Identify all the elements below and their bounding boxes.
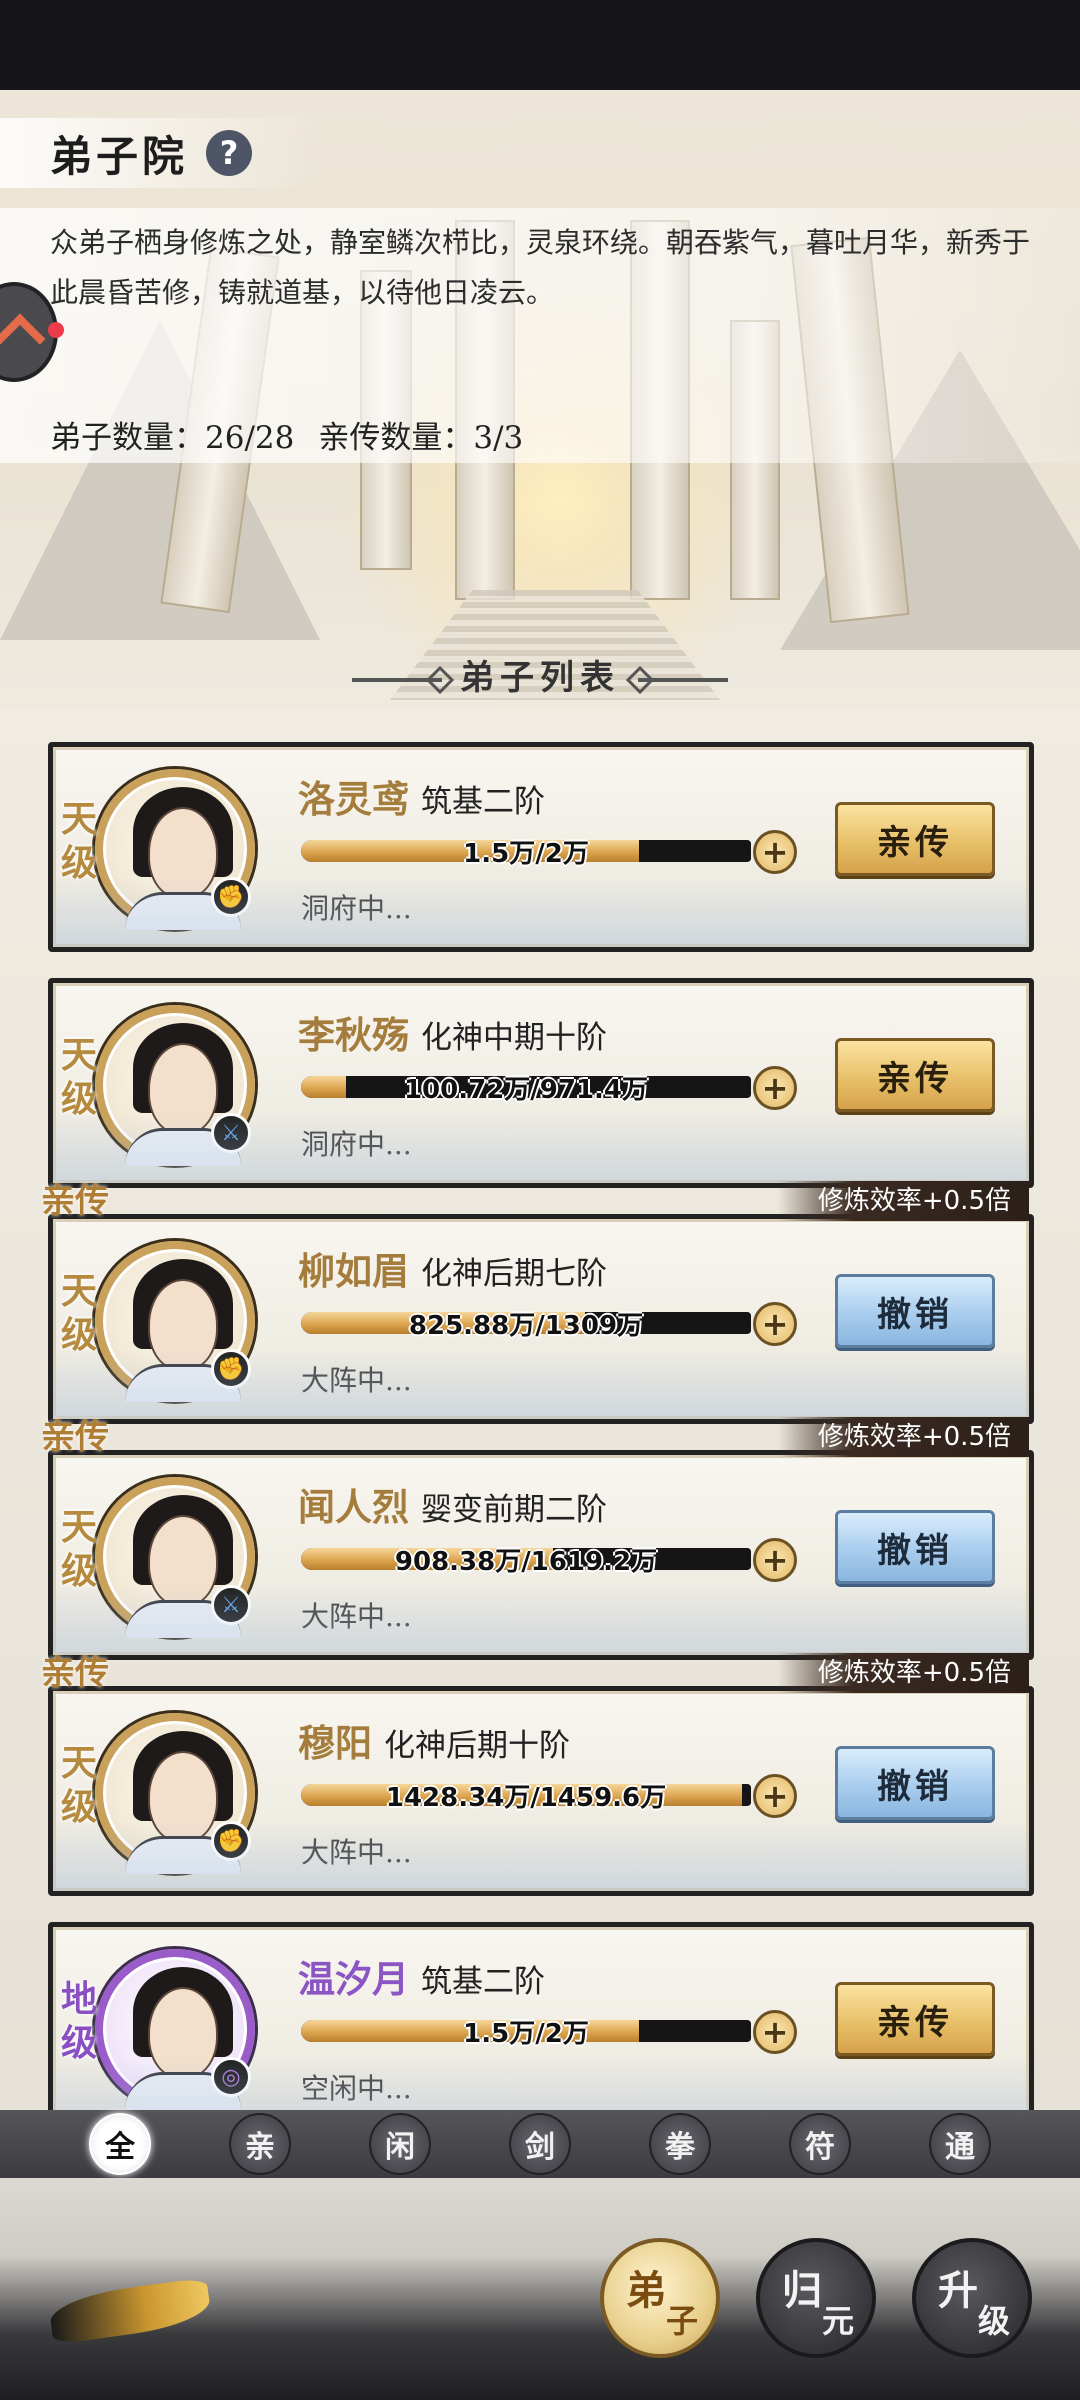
fist-icon: ✊ (211, 1349, 251, 1389)
exp-value: 1.5万/2万 (463, 2019, 589, 2049)
add-exp-button[interactable]: + (753, 1774, 797, 1818)
nav-return-button[interactable]: 归元 (756, 2238, 876, 2358)
disciple-card[interactable]: 亲传 修炼效率+0.5倍 天级 ✊ 穆阳 化神后期十阶 1428.34万/145… (41, 1653, 1034, 1896)
exp-value: 1.5万/2万 (463, 839, 589, 869)
disciple-card[interactable]: 地级 ◎ 温汐月 筑基二阶 1.5万/2万 + 空闲中... 亲传 (48, 1922, 1034, 2110)
add-exp-button[interactable]: + (753, 1066, 797, 1110)
activity-status: 大阵中... (301, 1836, 412, 1869)
list-header: 弟子列表 (0, 650, 1080, 699)
exp-value: 1428.34万/1459.6万 (385, 1783, 667, 1813)
disciple-name: 温汐月 (298, 1957, 409, 2001)
ornament-right (638, 678, 728, 682)
make-direct-button[interactable]: 亲传 (835, 1982, 995, 2056)
hall-description: 众弟子栖身修炼之处，静室鳞次栉比，灵泉环绕。朝吞紫气，暮吐月华，新秀于此晨昏苦修… (50, 226, 1031, 309)
activity-status: 空闲中... (301, 2072, 412, 2105)
revoke-button[interactable]: 撤销 (835, 1274, 995, 1348)
cultivation-realm: 筑基二阶 (421, 784, 545, 820)
counts-row: 弟子数量：26/28 亲传数量：3/3 (50, 412, 523, 457)
cultivation-bonus-badge: 修炼效率+0.5倍 (777, 1417, 1029, 1457)
disciple-name: 李秋殇 (298, 1013, 409, 1057)
revoke-button[interactable]: 撤销 (835, 1746, 995, 1820)
ornament-left (352, 678, 442, 682)
direct-count: 亲传数量：3/3 (318, 420, 524, 456)
revoke-button[interactable]: 撤销 (835, 1510, 995, 1584)
page-title: 弟子院 (50, 131, 189, 181)
disciple-hall-panel: 弟子院 ? 众弟子栖身修炼之处，静室鳞次栉比，灵泉环绕。朝吞紫气，暮吐月华，新秀… (0, 90, 1080, 2110)
disciple-name: 柳如眉 (298, 1249, 409, 1293)
exp-value: 908.38万/1619.2万 (394, 1547, 658, 1577)
grade-label: 天级 (61, 1270, 98, 1356)
filter-chip[interactable]: 符 (789, 2113, 851, 2175)
activity-status: 洞府中... (301, 892, 412, 925)
add-exp-button[interactable]: + (753, 1538, 797, 1582)
filter-chip[interactable]: 拳 (649, 2113, 711, 2175)
bottom-nav: 弟子归元升级 (0, 2178, 1080, 2400)
grade-label: 天级 (61, 798, 98, 884)
filter-chip[interactable]: 闲 (369, 2113, 431, 2175)
filter-chip[interactable]: 全 (89, 2113, 151, 2175)
filter-chip[interactable]: 通 (929, 2113, 991, 2175)
spiral-icon: ◎ (211, 2057, 251, 2097)
add-exp-button[interactable]: + (753, 1302, 797, 1346)
ink-brush-decoration (47, 2277, 213, 2345)
disciple-count: 弟子数量：26/28 (50, 420, 295, 456)
fist-icon: ✊ (211, 1821, 251, 1861)
status-bar (0, 0, 1080, 90)
exp-value: 100.72万/971.4万 (403, 1075, 649, 1105)
filter-bar: 全亲闲剑拳符通 (0, 2110, 1080, 2178)
cultivation-realm: 婴变前期二阶 (421, 1492, 607, 1528)
cultivation-bonus-badge: 修炼效率+0.5倍 (777, 1653, 1029, 1693)
disciple-card[interactable]: 天级 ⚔ 李秋殇 化神中期十阶 100.72万/971.4万 + 洞府中... … (48, 978, 1034, 1188)
cultivation-bonus-badge: 修炼效率+0.5倍 (777, 1181, 1029, 1221)
make-direct-button[interactable]: 亲传 (835, 1038, 995, 1112)
grade-label: 地级 (61, 1978, 98, 2064)
list-title: 弟子列表 (460, 658, 620, 698)
help-icon[interactable]: ? (206, 130, 253, 176)
disciple-name: 穆阳 (298, 1721, 372, 1765)
title-bar: 弟子院 ? (0, 118, 320, 188)
disciple-name: 闻人烈 (298, 1485, 409, 1529)
cultivation-realm: 化神中期十阶 (421, 1020, 607, 1056)
nav-upgrade-button[interactable]: 升级 (912, 2238, 1032, 2358)
activity-status: 洞府中... (301, 1128, 412, 1161)
activity-status: 大阵中... (301, 1364, 412, 1397)
grade-label: 天级 (61, 1034, 98, 1120)
activity-status: 大阵中... (301, 1600, 412, 1633)
notification-dot (48, 322, 64, 338)
disciple-card[interactable]: 天级 ✊ 洛灵鸢 筑基二阶 1.5万/2万 + 洞府中... 亲传 (48, 742, 1034, 952)
filter-chip[interactable]: 剑 (509, 2113, 571, 2175)
exp-value: 825.88万/1309万 (408, 1311, 644, 1341)
fist-icon: ✊ (211, 877, 251, 917)
grade-label: 天级 (61, 1506, 98, 1592)
direct-disciple-tag: 亲传 (41, 1417, 109, 1457)
add-exp-button[interactable]: + (753, 830, 797, 874)
sword-icon: ⚔ (211, 1585, 251, 1625)
add-exp-button[interactable]: + (753, 2010, 797, 2054)
cultivation-realm: 化神后期十阶 (384, 1728, 570, 1764)
sword-icon: ⚔ (211, 1113, 251, 1153)
disciple-card[interactable]: 亲传 修炼效率+0.5倍 天级 ✊ 柳如眉 化神后期七阶 825.88万/130… (41, 1181, 1034, 1424)
nav-disciples-button[interactable]: 弟子 (600, 2238, 720, 2358)
direct-disciple-tag: 亲传 (41, 1653, 109, 1693)
disciple-name: 洛灵鸢 (298, 777, 409, 821)
cultivation-realm: 筑基二阶 (421, 1964, 545, 2000)
cultivation-realm: 化神后期七阶 (421, 1256, 607, 1292)
arrow-up-icon (0, 313, 46, 365)
grade-label: 天级 (61, 1742, 98, 1828)
filter-chip[interactable]: 亲 (229, 2113, 291, 2175)
make-direct-button[interactable]: 亲传 (835, 802, 995, 876)
disciple-card[interactable]: 亲传 修炼效率+0.5倍 天级 ⚔ 闻人烈 婴变前期二阶 908.38万/161… (41, 1417, 1034, 1660)
direct-disciple-tag: 亲传 (41, 1181, 109, 1221)
